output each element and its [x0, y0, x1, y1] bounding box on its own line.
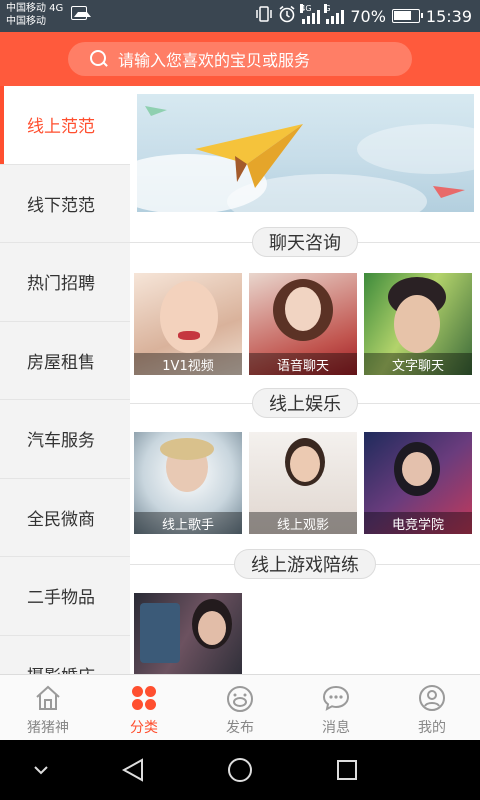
tab-home[interactable]: 猪猪神 — [0, 675, 96, 740]
tile-video-chat[interactable]: 1V1视频 — [134, 273, 242, 375]
tile-label: 线上观影 — [249, 512, 357, 534]
sidebar-item-label: 汽车服务 — [27, 431, 95, 452]
battery-percent: 70% — [350, 6, 386, 26]
search-icon — [90, 50, 108, 68]
section-title-chat: 聊天咨询 — [130, 227, 480, 257]
sidebar-item-microbusiness[interactable]: 全民微商 — [0, 479, 130, 557]
tab-label: 分类 — [130, 720, 158, 736]
tile-text-chat[interactable]: 文字聊天 — [364, 273, 472, 375]
tile-esports-academy[interactable]: 电竞学院 — [364, 432, 472, 534]
section-title-entertainment: 线上娱乐 — [130, 388, 480, 418]
message-icon — [321, 683, 351, 713]
system-nav-bar — [0, 740, 480, 800]
battery-icon — [391, 9, 423, 23]
home-button-icon[interactable] — [226, 756, 254, 784]
tab-label: 猪猪神 — [27, 720, 69, 736]
tile-label: 文字聊天 — [364, 353, 472, 375]
sidebar-item-online[interactable]: 线上范范 — [0, 86, 130, 165]
publish-icon — [225, 683, 255, 713]
signal-4g-icon: 4G — [300, 4, 321, 24]
carrier-1: 中国移动 4G — [6, 3, 64, 14]
sidebar-item-label: 全民微商 — [27, 509, 95, 530]
sidebar-item-secondhand[interactable]: 二手物品 — [0, 557, 130, 636]
sidebar-item-car-service[interactable]: 汽车服务 — [0, 400, 130, 479]
sidebar-item-label: 二手物品 — [27, 588, 95, 609]
sidebar-item-photography[interactable]: 摄影婚庆 — [0, 636, 130, 674]
tile-label: 1V1视频 — [134, 353, 242, 375]
recent-apps-icon[interactable] — [335, 758, 359, 782]
sidebar-item-label: 房屋租售 — [27, 352, 95, 373]
sidebar-item-label: 线上范范 — [27, 117, 95, 138]
tab-profile[interactable]: 我的 — [384, 675, 480, 740]
image-notification-icon — [71, 6, 91, 20]
tab-publish[interactable]: 发布 — [192, 675, 288, 740]
tile-voice-chat[interactable]: 语音聊天 — [249, 273, 357, 375]
search-bar[interactable]: 请输入您喜欢的宝贝或服务 — [68, 42, 412, 76]
app-header: 请输入您喜欢的宝贝或服务 — [0, 32, 480, 86]
back-icon[interactable] — [120, 757, 146, 783]
tab-label: 消息 — [322, 720, 350, 736]
clock: 15:39 — [425, 6, 472, 26]
sidebar-item-jobs[interactable]: 热门招聘 — [0, 243, 130, 322]
sidebar-item-label: 热门招聘 — [27, 274, 95, 295]
vibrate-icon — [256, 5, 273, 27]
search-placeholder: 请输入您喜欢的宝贝或服务 — [118, 51, 311, 70]
tab-category[interactable]: 分类 — [96, 675, 192, 740]
category-content: 聊天咨询 1V1视频 语音聊天 文字聊天 线上娱乐 线上歌手 线上观影 电竞学院… — [130, 86, 480, 674]
sidebar-item-offline[interactable]: 线下范范 — [0, 165, 130, 243]
tile-label: 线上歌手 — [134, 512, 242, 534]
status-bar: 中国移动 4G 中国移动 4G G 70% 15:39 — [0, 0, 480, 32]
tile-label: 语音聊天 — [249, 353, 357, 375]
promo-banner[interactable] — [137, 94, 474, 212]
carrier-2: 中国移动 — [6, 16, 46, 27]
tile-game-coaching[interactable] — [134, 593, 242, 674]
chevron-down-icon[interactable] — [31, 763, 51, 777]
home-icon — [33, 683, 63, 713]
tab-label: 发布 — [226, 720, 254, 736]
category-sidebar: 线上范范 线下范范 热门招聘 房屋租售 汽车服务 全民微商 二手物品 摄影婚庆 — [0, 86, 130, 674]
profile-icon — [417, 683, 447, 713]
sidebar-item-housing[interactable]: 房屋租售 — [0, 322, 130, 400]
tile-online-movie[interactable]: 线上观影 — [249, 432, 357, 534]
tab-messages[interactable]: 消息 — [288, 675, 384, 740]
tab-label: 我的 — [418, 720, 446, 736]
bottom-nav: 猪猪神 分类 发布 消息 我的 — [0, 674, 480, 740]
paper-plane-icon — [145, 106, 465, 198]
category-icon — [129, 683, 159, 713]
carrier-info: 中国移动 4G 中国移动 — [6, 2, 63, 28]
alarm-icon — [278, 5, 296, 27]
tile-online-singer[interactable]: 线上歌手 — [134, 432, 242, 534]
sidebar-item-label: 线下范范 — [27, 195, 95, 216]
section-title-game-coaching: 线上游戏陪练 — [130, 549, 480, 579]
sidebar-item-label: 摄影婚庆 — [27, 662, 95, 674]
tile-label: 电竞学院 — [364, 512, 472, 534]
signal-g-icon: G — [324, 4, 345, 24]
